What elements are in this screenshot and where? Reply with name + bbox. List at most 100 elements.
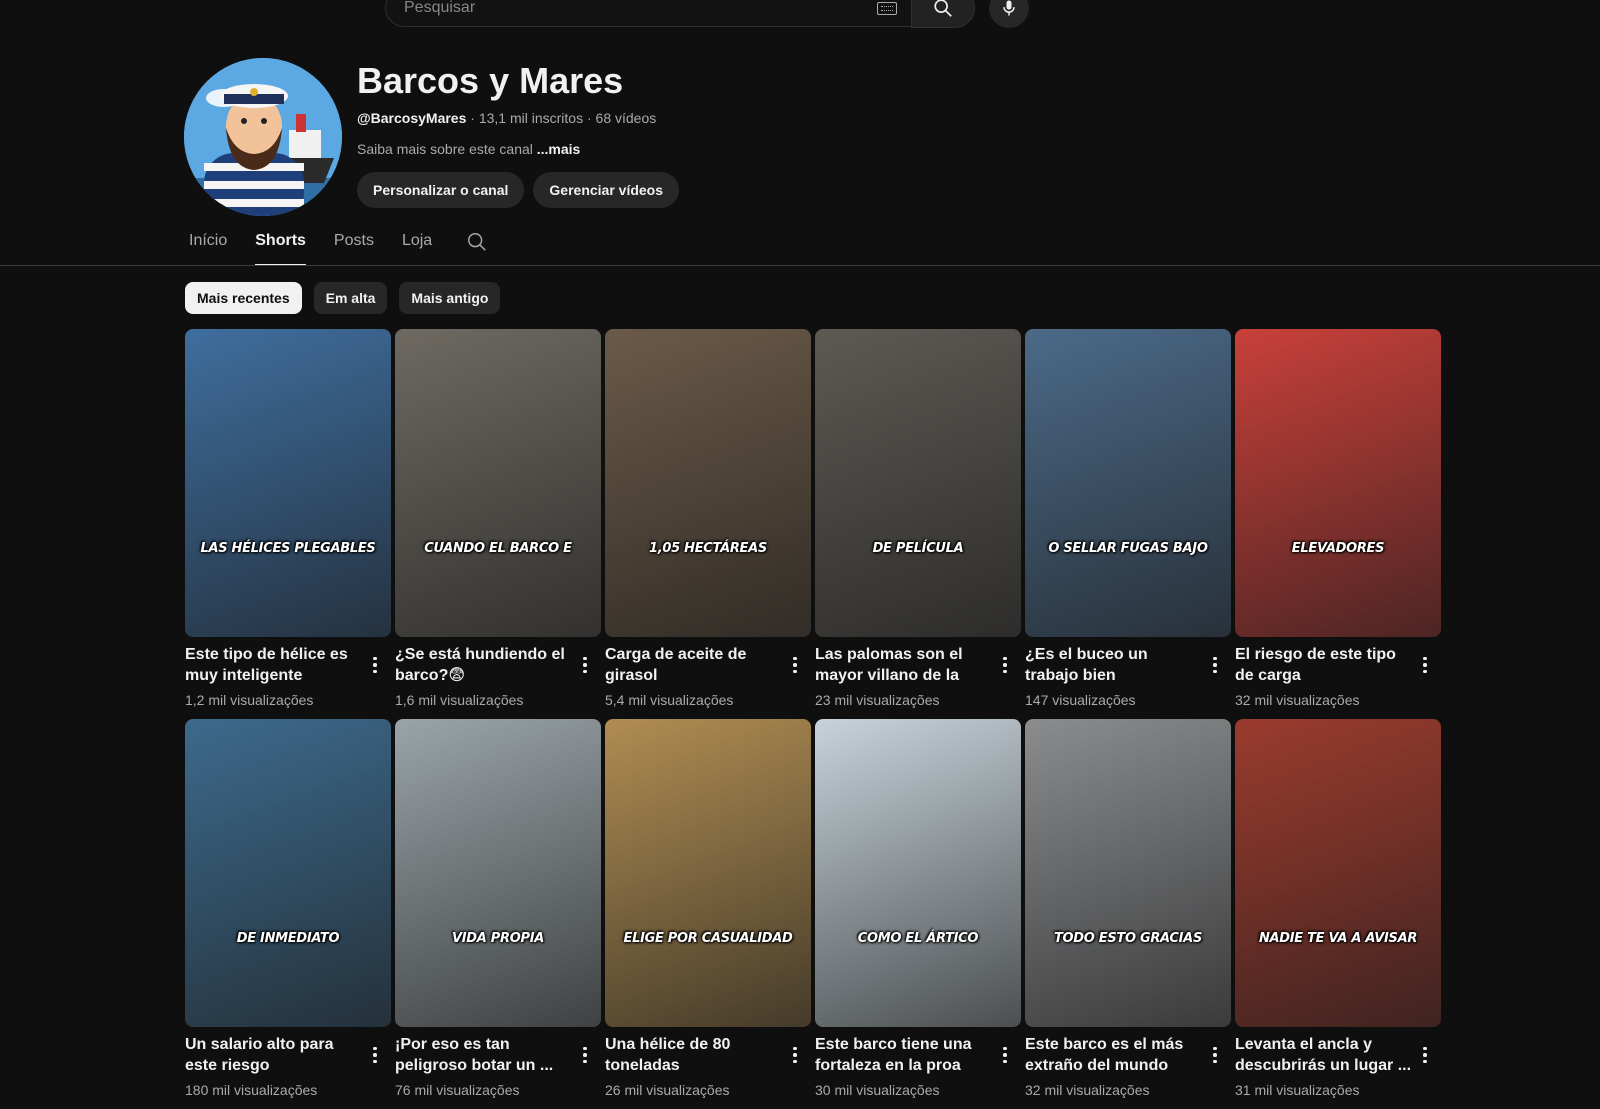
voice-search-button[interactable] [989,0,1029,28]
video-count: 68 vídeos [595,110,657,126]
short-title[interactable]: ¿Es el buceo un trabajo bien remunerado? [1025,644,1203,686]
about-more-link[interactable]: ...mais [537,141,581,157]
more-options-icon[interactable] [999,653,1011,677]
tab-shorts[interactable]: Shorts [255,228,306,266]
thumbnail-caption: O SELLAR FUGAS BAJO [1048,541,1208,556]
channel-handle: @BarcosyMares [357,110,467,126]
search-box[interactable] [385,0,911,27]
short-card[interactable]: O SELLAR FUGAS BAJO ¿Es el buceo un trab… [1025,329,1231,719]
channel-title: Barcos y Mares [357,60,624,101]
short-views: 1,6 mil visualizações [395,692,524,708]
short-card[interactable]: DE INMEDIATO Un salario alto para este r… [185,719,391,1109]
thumbnail-caption: DE PELÍCULA [872,541,964,556]
channel-avatar[interactable] [184,58,342,216]
short-title[interactable]: Este barco es el más extraño del mundo [1025,1034,1203,1076]
short-thumbnail[interactable]: COMO EL ÁRTICO [815,719,1021,1027]
chip-popular[interactable]: Em alta [313,282,388,314]
microphone-icon [1003,0,1015,16]
short-views: 31 mil visualizações [1235,1082,1360,1098]
short-card[interactable]: ELIGE POR CASUALIDAD Una hélice de 80 to… [605,719,811,1109]
short-thumbnail[interactable]: VIDA PROPIA [395,719,601,1027]
tab-store[interactable]: Loja [402,228,432,264]
channel-meta: @BarcosyMares · 13,1 mil inscritos · 68 … [357,110,656,126]
more-options-icon[interactable] [369,1043,381,1067]
more-options-icon[interactable] [789,1043,801,1067]
short-card[interactable]: ELEVADORES El riesgo de este tipo de car… [1235,329,1441,719]
channel-tabs: Início Shorts Posts Loja [189,228,488,266]
short-card[interactable]: COMO EL ÁRTICO Este barco tiene una fort… [815,719,1021,1109]
channel-actions: Personalizar o canal Gerenciar vídeos [357,172,680,208]
short-card[interactable]: CUANDO EL BARCO E ¿Se está hundiendo el … [395,329,601,719]
more-options-icon[interactable] [1209,653,1221,677]
short-thumbnail[interactable]: ELEVADORES [1235,329,1441,637]
short-views: 1,2 mil visualizações [185,692,314,708]
tab-search-button[interactable] [466,231,488,258]
short-card[interactable]: 1,05 HECTÁREAS Carga de aceite de giraso… [605,329,811,719]
short-thumbnail[interactable]: ELIGE POR CASUALIDAD [605,719,811,1027]
meta-separator: · [583,110,596,126]
short-card[interactable]: DE PELÍCULA Las palomas son el mayor vil… [815,329,1021,719]
short-views: 147 visualizações [1025,692,1136,708]
subscriber-count: 13,1 mil inscritos [478,110,584,126]
more-options-icon[interactable] [369,653,381,677]
chip-oldest[interactable]: Mais antigo [399,282,501,314]
more-options-icon[interactable] [1419,653,1431,677]
short-thumbnail[interactable]: CUANDO EL BARCO E [395,329,601,637]
channel-about[interactable]: Saiba mais sobre este canal ...mais [357,141,580,157]
short-title[interactable]: ¿Se está hundiendo el barco?😨 [395,644,573,686]
more-options-icon[interactable] [999,1043,1011,1067]
short-card[interactable]: NADIE TE VA A AVISAR Levanta el ancla y … [1235,719,1441,1109]
short-views: 32 mil visualizações [1025,1082,1150,1098]
more-options-icon[interactable] [579,653,591,677]
thumbnail-caption: NADIE TE VA A AVISAR [1258,931,1418,946]
short-title[interactable]: Este tipo de hélice es muy inteligente [185,644,363,686]
short-views: 32 mil visualizações [1235,692,1360,708]
tab-home[interactable]: Início [189,228,227,264]
thumbnail-caption: ELEVADORES [1291,541,1385,556]
thumbnail-caption: ELIGE POR CASUALIDAD [623,931,793,946]
more-options-icon[interactable] [579,1043,591,1067]
tab-posts[interactable]: Posts [334,228,374,264]
sort-chips: Mais recentes Em alta Mais antigo [185,282,501,314]
search-icon [468,233,486,251]
search-input[interactable] [402,0,877,18]
search-icon [934,0,952,17]
short-thumbnail[interactable]: NADIE TE VA A AVISAR [1235,719,1441,1027]
short-thumbnail[interactable]: 1,05 HECTÁREAS [605,329,811,637]
short-card[interactable]: TODO ESTO GRACIAS Este barco es el más e… [1025,719,1231,1109]
short-title[interactable]: ¡Por eso es tan peligroso botar un ... [395,1034,573,1076]
meta-separator: · [466,110,479,126]
thumbnail-caption: DE INMEDIATO [236,931,340,946]
chip-latest[interactable]: Mais recentes [185,282,302,314]
tabs-divider [0,265,1600,266]
short-thumbnail[interactable]: DE PELÍCULA [815,329,1021,637]
thumbnail-caption: LAS HÉLICES PLEGABLES [200,541,376,556]
short-title[interactable]: Carga de aceite de girasol [605,644,783,686]
keyboard-icon[interactable] [877,1,897,15]
search-button[interactable] [911,0,975,28]
thumbnail-caption: COMO EL ÁRTICO [857,931,979,946]
short-title[interactable]: Un salario alto para este riesgo [185,1034,363,1076]
short-views: 26 mil visualizações [605,1082,730,1098]
short-thumbnail[interactable]: DE INMEDIATO [185,719,391,1027]
more-options-icon[interactable] [1209,1043,1221,1067]
short-title[interactable]: Levanta el ancla y descubrirás un lugar … [1235,1034,1413,1076]
short-thumbnail[interactable]: O SELLAR FUGAS BAJO [1025,329,1231,637]
short-card[interactable]: LAS HÉLICES PLEGABLES Este tipo de hélic… [185,329,391,719]
thumbnail-caption: 1,05 HECTÁREAS [649,541,767,556]
short-card[interactable]: VIDA PROPIA ¡Por eso es tan peligroso bo… [395,719,601,1109]
short-title[interactable]: Una hélice de 80 toneladas [605,1034,783,1076]
short-views: 23 mil visualizações [815,692,940,708]
short-title[interactable]: Las palomas son el mayor villano de la s… [815,644,993,686]
short-title[interactable]: El riesgo de este tipo de carga [1235,644,1413,686]
search-bar [385,0,1029,28]
more-options-icon[interactable] [789,653,801,677]
short-thumbnail[interactable]: TODO ESTO GRACIAS [1025,719,1231,1027]
manage-videos-button[interactable]: Gerenciar vídeos [533,172,680,208]
short-views: 30 mil visualizações [815,1082,940,1098]
more-options-icon[interactable] [1419,1043,1431,1067]
about-text: Saiba mais sobre este canal [357,141,533,157]
short-thumbnail[interactable]: LAS HÉLICES PLEGABLES [185,329,391,637]
customize-channel-button[interactable]: Personalizar o canal [357,172,525,208]
short-title[interactable]: Este barco tiene una fortaleza en la pro… [815,1034,993,1076]
